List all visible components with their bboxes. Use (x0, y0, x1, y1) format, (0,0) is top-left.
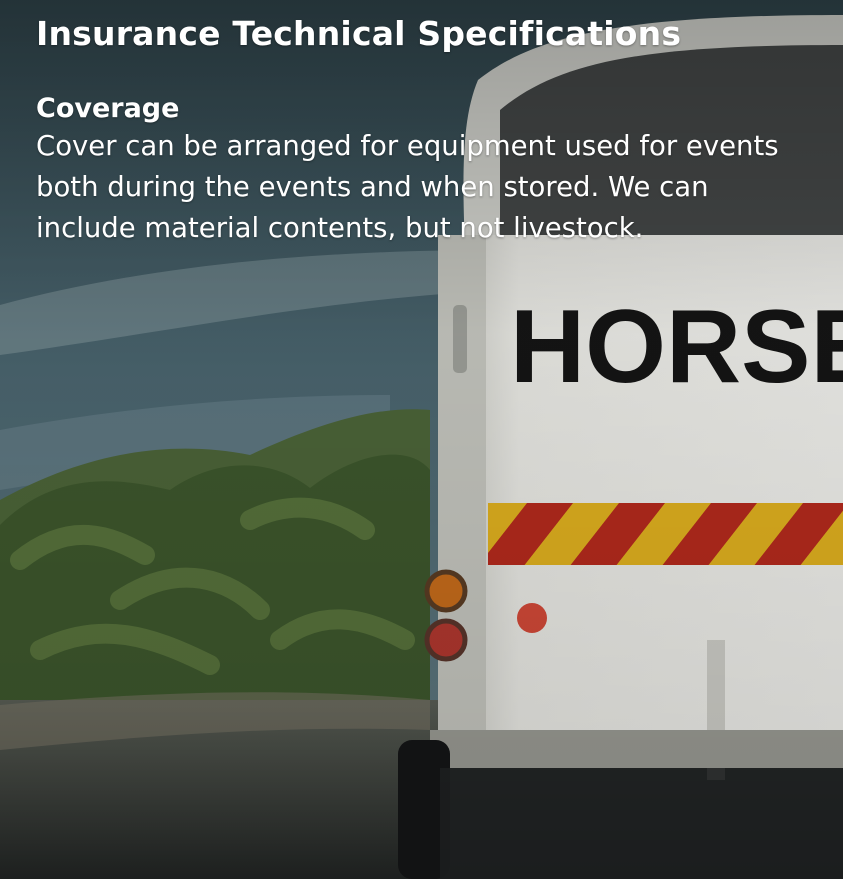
tail-light-icon (424, 618, 468, 662)
warning-stripes (488, 503, 843, 565)
trailer-shadow (440, 768, 843, 879)
page-title: Insurance Technical Specifications (36, 14, 682, 53)
hero-content: Insurance Technical Specifications Cover… (36, 12, 816, 249)
trailer-sign: HORSE (510, 289, 843, 405)
reflector-icon (517, 603, 547, 633)
trailer-bumper (430, 730, 843, 768)
tail-light-icon (424, 569, 468, 613)
coverage-description: Cover can be arranged for equipment used… (36, 130, 779, 244)
trailer-hinge (453, 305, 467, 373)
coverage-heading: Coverage (36, 93, 180, 124)
